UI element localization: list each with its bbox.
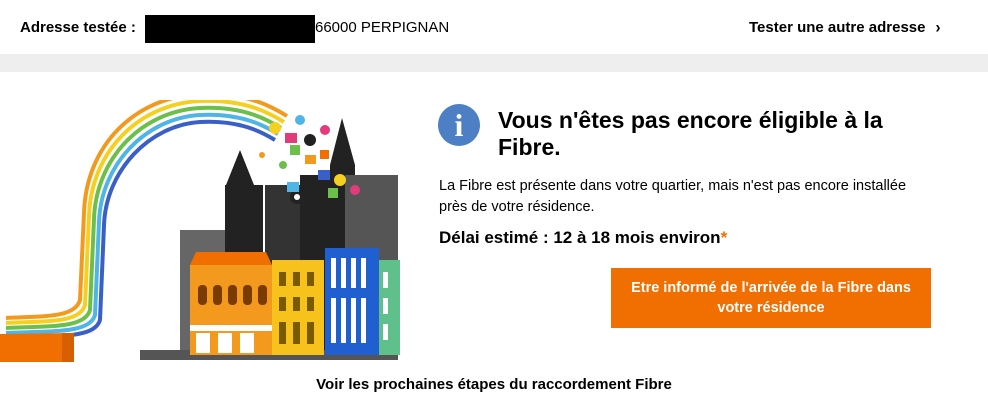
address-city: 66000 PERPIGNAN xyxy=(315,19,450,36)
address-label: Adresse testée : xyxy=(20,19,136,36)
estimated-delay-text: Délai estimé : 12 à 18 mois environ xyxy=(439,228,721,247)
test-other-address-label: Tester une autre adresse xyxy=(749,19,926,36)
test-other-address-link[interactable]: Tester une autre adresse › xyxy=(749,18,941,37)
next-steps-link[interactable]: Voir les prochaines étapes du raccordeme… xyxy=(0,376,988,393)
fibre-city-illustration xyxy=(0,100,400,362)
eligibility-description: La Fibre est présente dans votre quartie… xyxy=(439,178,907,215)
address-bar: Adresse testée : 66000 PERPIGNAN Tester … xyxy=(0,0,988,54)
separator-band xyxy=(0,54,988,72)
estimated-delay: Délai estimé : 12 à 18 mois environ* xyxy=(439,228,727,248)
notify-fibre-arrival-button[interactable]: Etre informé de l'arrivée de la Fibre da… xyxy=(611,268,931,328)
info-icon: i xyxy=(438,104,480,146)
chevron-right-icon: › xyxy=(935,18,941,37)
delay-asterisk: * xyxy=(720,228,728,247)
eligibility-title: Vous n'êtes pas encore éligible à la Fib… xyxy=(498,107,883,160)
redacted-street xyxy=(145,15,315,43)
